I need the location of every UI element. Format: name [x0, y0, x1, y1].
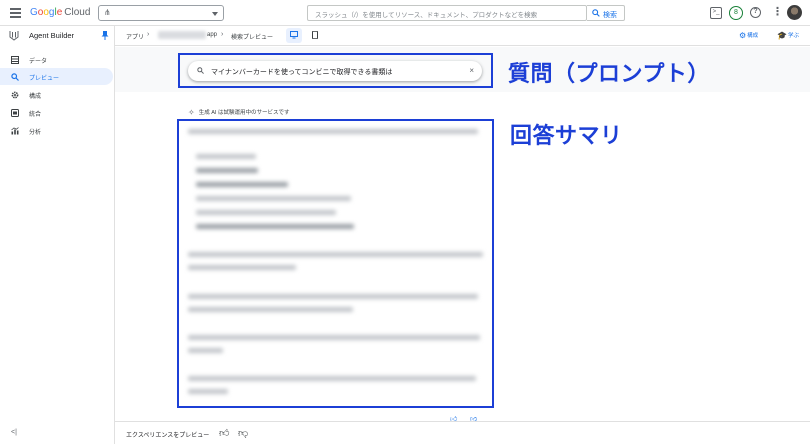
notification-badge[interactable]: 8 [729, 6, 743, 20]
database-icon [11, 56, 19, 64]
search-button[interactable]: 検索 [587, 5, 625, 21]
graduation-cap-icon: 🎓 [777, 31, 787, 40]
pin-icon[interactable] [101, 31, 109, 40]
breadcrumb-app-name-redacted[interactable] [158, 31, 206, 39]
thumbs-up-icon[interactable]: 👍︎ [219, 427, 229, 439]
desktop-view-toggle[interactable] [286, 28, 302, 43]
analytics-icon [11, 127, 19, 135]
search-icon [592, 9, 600, 17]
search-icon [11, 73, 19, 81]
sidebar-item-label: 統合 [29, 112, 42, 118]
main-menu-icon[interactable] [10, 8, 21, 18]
sidebar-item-label: プレビュー [29, 76, 60, 82]
learn-button[interactable]: 🎓学ぶ [777, 31, 799, 40]
answer-annotation-box [177, 119, 494, 408]
agent-builder-logo-icon [9, 31, 19, 41]
breadcrumb-app-suffix[interactable]: app [207, 32, 217, 38]
avatar[interactable] [787, 5, 802, 20]
collapse-sidebar-icon[interactable]: <| [11, 429, 17, 436]
sidebar-item-analytics[interactable]: 分析 [0, 122, 115, 139]
chevron-down-icon [212, 12, 218, 16]
sidebar-header: Agent Builder [0, 26, 115, 46]
top-app-bar: Google Cloud ⋔ スラッシュ（/）を使用してリソース、ドキュメント、プ… [0, 0, 810, 26]
sidebar: Agent Builder データ プレビュー 構成 統合 分析 <| [0, 26, 115, 444]
sidebar-item-integration[interactable]: 統合 [0, 104, 115, 121]
sidebar-item-configure[interactable]: 構成 [0, 86, 115, 103]
answer-annotation-label: 回答サマリ [510, 123, 623, 148]
generative-ai-note: ✧ 生成 AI は試験運用中のサービスです [188, 108, 290, 117]
mobile-view-toggle[interactable] [307, 28, 323, 43]
breadcrumb-apps[interactable]: アプリ [126, 32, 144, 41]
configure-button[interactable]: ⚙構成 [739, 31, 758, 40]
sidebar-item-label: データ [29, 59, 48, 65]
chevron-right-icon: › [147, 31, 150, 38]
global-search-input[interactable]: スラッシュ（/）を使用してリソース、ドキュメント、プロダクトなどを検索 [307, 5, 587, 21]
search-placeholder: スラッシュ（/）を使用してリソース、ドキュメント、プロダクトなどを検索 [315, 12, 538, 19]
search-button-label: 検索 [603, 11, 617, 19]
page-header: アプリ › app › 検索プレビュー ⚙構成 🎓学ぶ [115, 26, 810, 46]
question-annotation-label: 質問（プロンプト） [508, 61, 710, 86]
mobile-icon [312, 31, 318, 39]
preview-feedback-bar: エクスペリエンスをプレビュー 👍︎ 👎︎ [115, 421, 810, 444]
more-vert-icon[interactable]: ⋮ [772, 6, 783, 18]
cloud-shell-icon[interactable]: >_ [710, 7, 722, 19]
preview-experience-label: エクスペリエンスをプレビュー [126, 433, 210, 439]
google-cloud-logo[interactable]: Google Cloud [30, 7, 90, 18]
sidebar-item-label: 構成 [29, 94, 42, 100]
help-icon[interactable]: ? [750, 7, 761, 18]
sidebar-item-preview[interactable]: プレビュー [0, 68, 113, 85]
sidebar-item-label: 分析 [29, 130, 42, 136]
sparkle-icon: ✧ [188, 108, 195, 117]
sidebar-item-data[interactable]: データ [0, 51, 115, 68]
gear-icon [11, 91, 19, 99]
gear-icon: ⚙ [739, 31, 747, 40]
desktop-icon [290, 31, 298, 39]
breadcrumb-current-page: 検索プレビュー [231, 35, 274, 41]
project-selector[interactable]: ⋔ [98, 5, 224, 21]
question-annotation-box [178, 53, 493, 88]
integration-icon [11, 109, 19, 117]
thumbs-down-icon[interactable]: 👎︎ [238, 427, 248, 439]
chevron-right-icon: › [221, 31, 224, 38]
project-icon: ⋔ [104, 8, 111, 17]
product-title: Agent Builder [29, 31, 75, 40]
